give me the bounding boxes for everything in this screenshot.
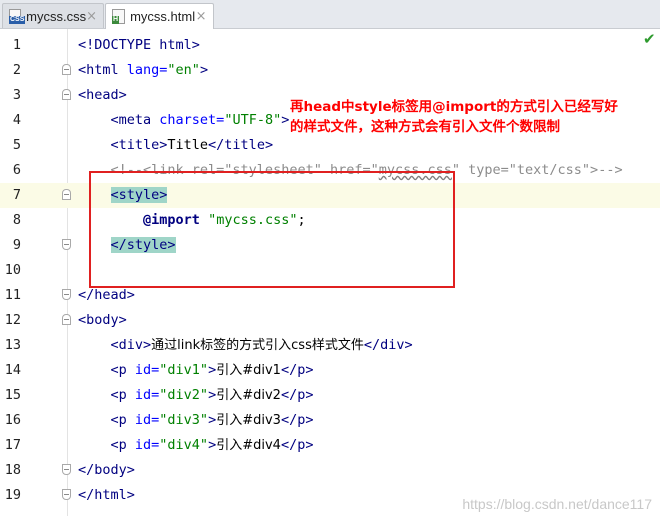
code-text: </html> (78, 487, 135, 503)
code-line[interactable]: 2 <html lang="en"> (0, 58, 660, 83)
code-line[interactable]: 18 </body> (0, 458, 660, 483)
line-number: 16 (4, 412, 21, 428)
tab-label: mycss.html (130, 9, 196, 24)
line-number: 8 (12, 212, 21, 228)
line-number: 17 (4, 437, 21, 453)
editor-tab-bar: CSS mycss.css × H mycss.html × (0, 0, 660, 29)
tab-label: mycss.css (26, 8, 87, 24)
code-text: <title>Title</title> (78, 137, 274, 153)
line-number: 12 (4, 312, 21, 328)
code-line[interactable]: 16 <p id="div3">引入#div3</p> (0, 408, 660, 433)
line-number: 5 (12, 137, 21, 153)
line-number: 11 (4, 287, 21, 303)
code-text: <body> (78, 312, 127, 328)
fold-marker-icon[interactable] (62, 489, 71, 500)
line-number: 2 (12, 62, 21, 78)
code-text: <div>通过link标签的方式引入css样式文件</div> (78, 337, 413, 353)
code-line[interactable]: 12 <body> (0, 308, 660, 333)
tab-mycss-html[interactable]: H mycss.html × (105, 3, 214, 29)
code-line[interactable]: 1 <!DOCTYPE html> (0, 33, 660, 58)
fold-marker-icon[interactable] (62, 189, 71, 200)
line-number: 13 (4, 337, 21, 353)
tab-mycss-css[interactable]: CSS mycss.css × (2, 3, 104, 28)
line-number: 15 (4, 387, 21, 403)
code-text: <p id="div3">引入#div3</p> (78, 412, 314, 428)
watermark: https://blog.csdn.net/dance117 (462, 496, 652, 512)
fold-marker-icon[interactable] (62, 64, 71, 75)
fold-marker-icon[interactable] (62, 89, 71, 100)
close-icon[interactable]: × (195, 9, 207, 24)
html-file-icon: H (112, 9, 126, 24)
line-number: 4 (12, 112, 21, 128)
fold-marker-icon[interactable] (62, 464, 71, 475)
code-text: <head> (78, 87, 127, 103)
code-line[interactable]: 17 <p id="div4">引入#div4</p> (0, 433, 660, 458)
line-number: 19 (4, 487, 21, 503)
highlight-box (89, 171, 455, 288)
code-text: </body> (78, 462, 135, 478)
code-text: <p id="div2">引入#div2</p> (78, 387, 314, 403)
code-text: <meta charset="UTF-8"> (78, 112, 290, 128)
line-number: 7 (12, 187, 21, 203)
fold-marker-icon[interactable] (62, 314, 71, 325)
close-icon[interactable]: × (86, 9, 97, 24)
code-text: <html lang="en"> (78, 62, 209, 78)
inspection-ok-icon[interactable]: ✔ (643, 30, 656, 48)
code-line[interactable]: 13 <div>通过link标签的方式引入css样式文件</div> (0, 333, 660, 358)
line-number: 14 (4, 362, 21, 378)
annotation-text: 再head中style标签用@import的方式引入已经写好的样式文件，这种方式… (290, 99, 618, 135)
fold-marker-icon[interactable] (62, 239, 71, 250)
fold-marker-icon[interactable] (62, 289, 71, 300)
line-number: 3 (12, 87, 21, 103)
line-number: 6 (12, 162, 21, 178)
code-text: <!DOCTYPE html> (78, 37, 200, 53)
code-line[interactable]: 15 <p id="div2">引入#div2</p> (0, 383, 660, 408)
line-number: 1 (12, 37, 21, 53)
code-text: <p id="div1">引入#div1</p> (78, 362, 314, 378)
line-number: 9 (12, 237, 21, 253)
code-text: <p id="div4">引入#div4</p> (78, 437, 314, 453)
css-file-icon: CSS (9, 8, 26, 24)
line-number: 18 (4, 462, 21, 478)
line-number: 10 (4, 262, 21, 278)
code-line[interactable]: 14 <p id="div1">引入#div1</p> (0, 358, 660, 383)
